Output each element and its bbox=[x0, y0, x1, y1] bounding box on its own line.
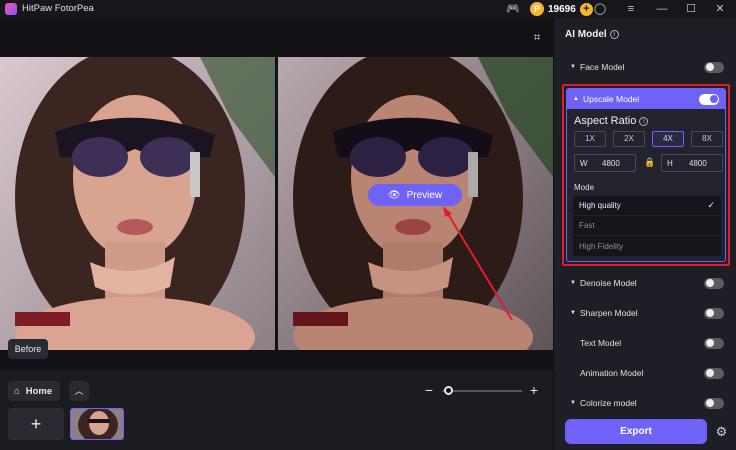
image-canvas: ⌗ 👁 Preview Before bbox=[0, 18, 553, 370]
height-value: 4800 bbox=[689, 158, 707, 168]
eye-icon: 👁 bbox=[387, 189, 401, 201]
check-icon: ✓ bbox=[707, 200, 715, 210]
user-icon[interactable]: ◯ bbox=[593, 2, 607, 16]
bottom-bar: ⌂ Home ︿ − + + bbox=[0, 370, 553, 450]
add-image-button[interactable]: + bbox=[8, 408, 64, 440]
expand-caret-icon[interactable]: ▼ bbox=[570, 400, 578, 406]
height-key: H bbox=[667, 158, 673, 168]
close-icon[interactable]: ✕ bbox=[713, 2, 727, 16]
model-row-text[interactable]: Text Model bbox=[554, 333, 736, 353]
model-label: Sharpen Model bbox=[580, 308, 638, 318]
mode-option-high-quality[interactable]: High quality ✓ bbox=[573, 196, 721, 216]
image-thumbnail[interactable] bbox=[70, 408, 124, 440]
scale-1x-button[interactable]: 1X bbox=[574, 131, 606, 147]
app-title: HitPaw FotorPea bbox=[22, 3, 94, 14]
scale-options: 1X 2X 4X 8X bbox=[574, 131, 723, 147]
scale-4x-button[interactable]: 4X bbox=[652, 131, 684, 147]
menu-icon[interactable]: ≡ bbox=[624, 2, 638, 16]
zoom-slider-handle[interactable] bbox=[444, 386, 453, 395]
model-label: Upscale Model bbox=[582, 94, 640, 104]
title-bar: HitPaw FotorPea 🎮 P 19696 + ◯ ≡ — ☐ ✕ bbox=[0, 0, 736, 18]
coin-balance[interactable]: P 19696 + bbox=[530, 1, 593, 17]
coin-icon: P bbox=[530, 2, 544, 16]
upscale-model-toggle[interactable] bbox=[699, 93, 719, 105]
home-label: Home bbox=[25, 385, 53, 397]
model-label: Animation Model bbox=[580, 368, 644, 378]
scale-2x-button[interactable]: 2X bbox=[613, 131, 645, 147]
width-key: W bbox=[580, 158, 588, 168]
expand-caret-icon[interactable]: ▼ bbox=[570, 280, 578, 286]
collapse-caret-icon[interactable]: ▲ bbox=[573, 96, 579, 102]
export-button[interactable]: Export bbox=[565, 419, 707, 444]
discord-icon[interactable]: 🎮 bbox=[506, 2, 520, 16]
model-row-upscale[interactable]: ▲ Upscale Model bbox=[567, 89, 725, 109]
ai-model-panel: AI Model i ▼ Face Model ▲ Upscale Model A… bbox=[553, 18, 736, 450]
original-image bbox=[0, 57, 275, 350]
model-label: Face Model bbox=[580, 62, 625, 72]
model-row-denoise[interactable]: ▼ Denoise Model bbox=[554, 273, 736, 293]
upscale-model-card: ▲ Upscale Model Aspect Ratio i 1X 2X 4X 8… bbox=[566, 88, 726, 262]
minimize-icon[interactable]: — bbox=[655, 2, 669, 16]
app-logo-icon bbox=[5, 3, 17, 15]
home-icon: ⌂ bbox=[14, 385, 20, 397]
lock-icon[interactable]: 🔒 bbox=[644, 157, 655, 169]
model-label: Colorize model bbox=[580, 398, 637, 408]
zoom-out-button[interactable]: − bbox=[423, 383, 435, 397]
panel-title: AI Model i bbox=[565, 29, 619, 40]
preview-button[interactable]: 👁 Preview bbox=[368, 184, 462, 206]
model-label: Text Model bbox=[580, 338, 622, 348]
width-value: 4800 bbox=[602, 158, 620, 168]
before-button[interactable]: Before bbox=[8, 339, 48, 359]
model-label: Denoise Model bbox=[580, 278, 637, 288]
coin-count: 19696 bbox=[548, 3, 576, 15]
info-icon[interactable]: i bbox=[639, 117, 649, 126]
model-row-sharpen[interactable]: ▼ Sharpen Model bbox=[554, 303, 736, 323]
model-row-face[interactable]: ▼ Face Model bbox=[554, 57, 736, 77]
width-field[interactable]: W 4800 bbox=[574, 154, 636, 172]
add-coins-button[interactable]: + bbox=[579, 2, 593, 16]
dimension-row: W 4800 🔒 H 4800 bbox=[574, 154, 724, 174]
crop-icon[interactable]: ⌗ bbox=[530, 30, 544, 44]
model-row-colorize[interactable]: ▼ Colorize model bbox=[554, 393, 736, 413]
info-icon[interactable]: i bbox=[609, 30, 619, 39]
height-field[interactable]: H 4800 bbox=[661, 154, 723, 172]
mode-dropdown: High quality ✓ Fast High Fidelity bbox=[573, 196, 721, 256]
mode-label: Mode bbox=[574, 183, 595, 192]
animation-model-toggle[interactable] bbox=[704, 367, 724, 379]
preview-label: Preview bbox=[406, 189, 443, 201]
model-row-animation[interactable]: Animation Model bbox=[554, 363, 736, 383]
face-model-toggle[interactable] bbox=[704, 61, 724, 73]
expand-caret-icon[interactable]: ▼ bbox=[570, 64, 578, 70]
sharpen-model-toggle[interactable] bbox=[704, 307, 724, 319]
mode-option-fast[interactable]: Fast bbox=[573, 216, 721, 236]
aspect-ratio-label: Aspect Ratio i bbox=[574, 115, 649, 127]
expand-caret-icon[interactable]: ▼ bbox=[570, 310, 578, 316]
text-model-toggle[interactable] bbox=[704, 337, 724, 349]
maximize-icon[interactable]: ☐ bbox=[684, 2, 698, 16]
mode-option-high-fidelity[interactable]: High Fidelity bbox=[573, 236, 721, 256]
settings-icon[interactable]: ⚙ bbox=[714, 424, 729, 439]
home-button[interactable]: ⌂ Home bbox=[8, 381, 61, 401]
denoise-model-toggle[interactable] bbox=[704, 277, 724, 289]
collapse-button[interactable]: ︿ bbox=[69, 381, 89, 401]
zoom-in-button[interactable]: + bbox=[528, 383, 540, 397]
zoom-slider-track[interactable] bbox=[442, 390, 522, 392]
scale-8x-button[interactable]: 8X bbox=[691, 131, 723, 147]
colorize-model-toggle[interactable] bbox=[704, 397, 724, 409]
upscale-highlight: ▲ Upscale Model Aspect Ratio i 1X 2X 4X 8… bbox=[562, 84, 730, 266]
